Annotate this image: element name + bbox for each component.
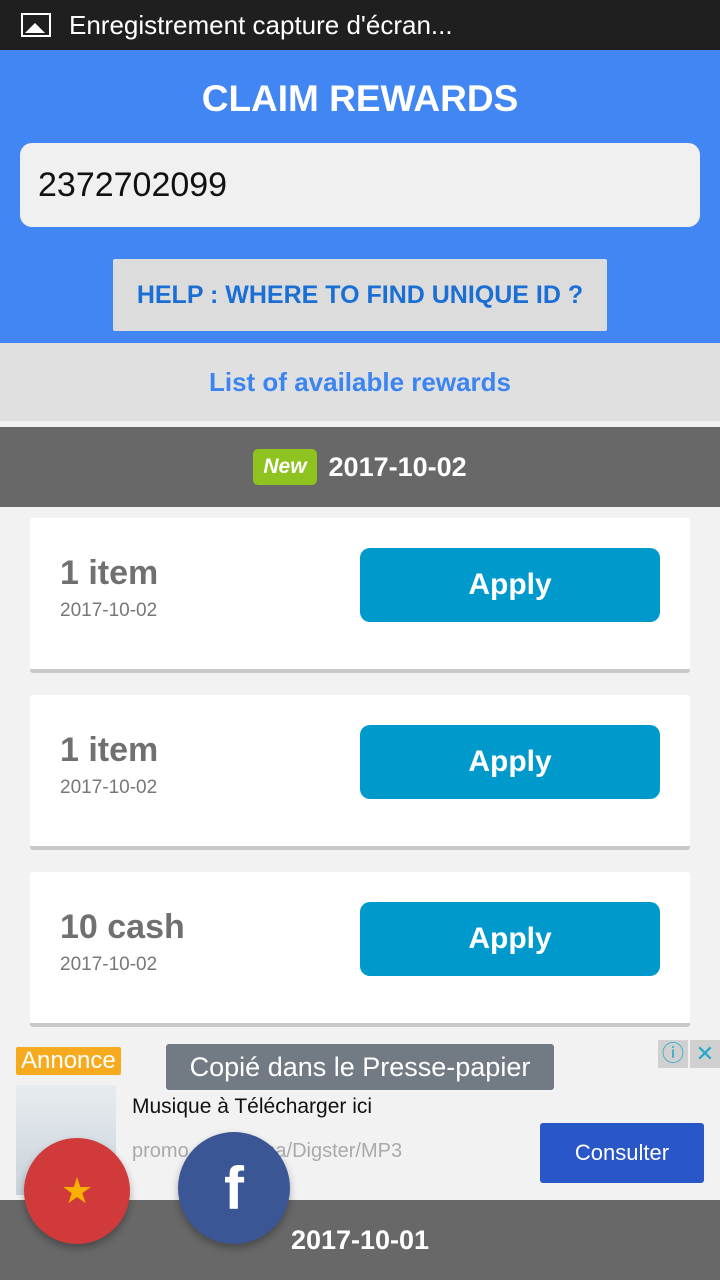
- ad-title: Musique à Télécharger ici: [132, 1095, 373, 1118]
- reward-card: 1 item 2017-10-02 Apply: [30, 518, 690, 673]
- notification-text: Enregistrement capture d'écran...: [69, 9, 453, 40]
- reward-date: 2017-10-02: [60, 777, 158, 798]
- unique-id-input[interactable]: [20, 143, 700, 227]
- image-icon: [21, 13, 51, 37]
- ad-cta-button[interactable]: Consulter: [540, 1123, 704, 1183]
- status-bar: Enregistrement capture d'écran...: [0, 0, 720, 50]
- reward-date: 2017-10-02: [60, 954, 158, 975]
- reward-amount: 10 cash: [60, 908, 185, 946]
- reward-date: 2017-10-02: [60, 600, 158, 621]
- toast: Copié dans le Presse-papier: [166, 1044, 554, 1090]
- page-title: CLAIM REWARDS: [201, 78, 519, 119]
- help-button[interactable]: HELP : WHERE TO FIND UNIQUE ID ?: [113, 259, 607, 331]
- apply-button[interactable]: Apply: [360, 725, 660, 799]
- new-badge: New: [253, 449, 317, 485]
- apply-button[interactable]: Apply: [360, 548, 660, 622]
- ad-url-start: promo: [132, 1140, 189, 1162]
- reward-card: 1 item 2017-10-02 Apply: [30, 695, 690, 850]
- ad-url-end: na/Digster/MP3: [264, 1140, 403, 1162]
- reward-amount: 1 item: [60, 731, 159, 769]
- info-icon[interactable]: ⓘ: [658, 1040, 688, 1068]
- header: CLAIM REWARDS HELP : WHERE TO FIND UNIQU…: [0, 50, 720, 343]
- list-header: List of available rewards: [0, 343, 720, 421]
- star-icon[interactable]: ★: [24, 1138, 130, 1244]
- date-group-header: New 2017-10-02: [0, 427, 720, 507]
- group-date: 2017-10-02: [328, 451, 467, 482]
- ad-label: Annonce: [16, 1047, 121, 1075]
- group-date: 2017-10-01: [290, 1224, 430, 1255]
- reward-card: 10 cash 2017-10-02 Apply: [30, 872, 690, 1027]
- facebook-icon[interactable]: f: [178, 1132, 290, 1244]
- close-icon[interactable]: ✕: [690, 1040, 720, 1068]
- apply-button[interactable]: Apply: [360, 902, 660, 976]
- reward-amount: 1 item: [60, 554, 159, 592]
